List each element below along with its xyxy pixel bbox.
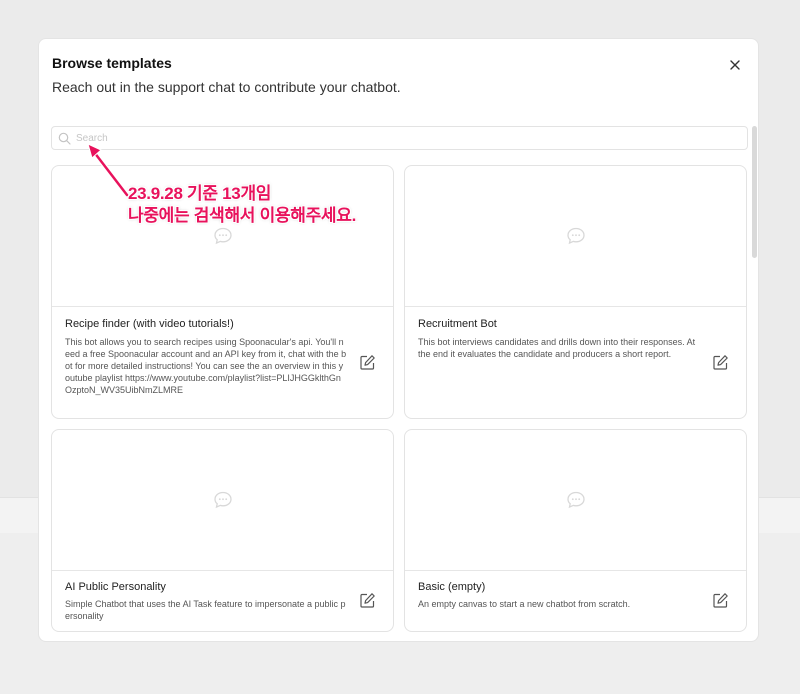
annotation-note: 23.9.28 기준 13개임 나중에는 검색해서 이용해주세요. [128,183,356,227]
annotation-line-2: 나중에는 검색해서 이용해주세요. [128,206,357,225]
annotation-arrow-icon [87,143,130,198]
annotation-line-1: 23.9.28 기준 13개임 [128,184,272,203]
